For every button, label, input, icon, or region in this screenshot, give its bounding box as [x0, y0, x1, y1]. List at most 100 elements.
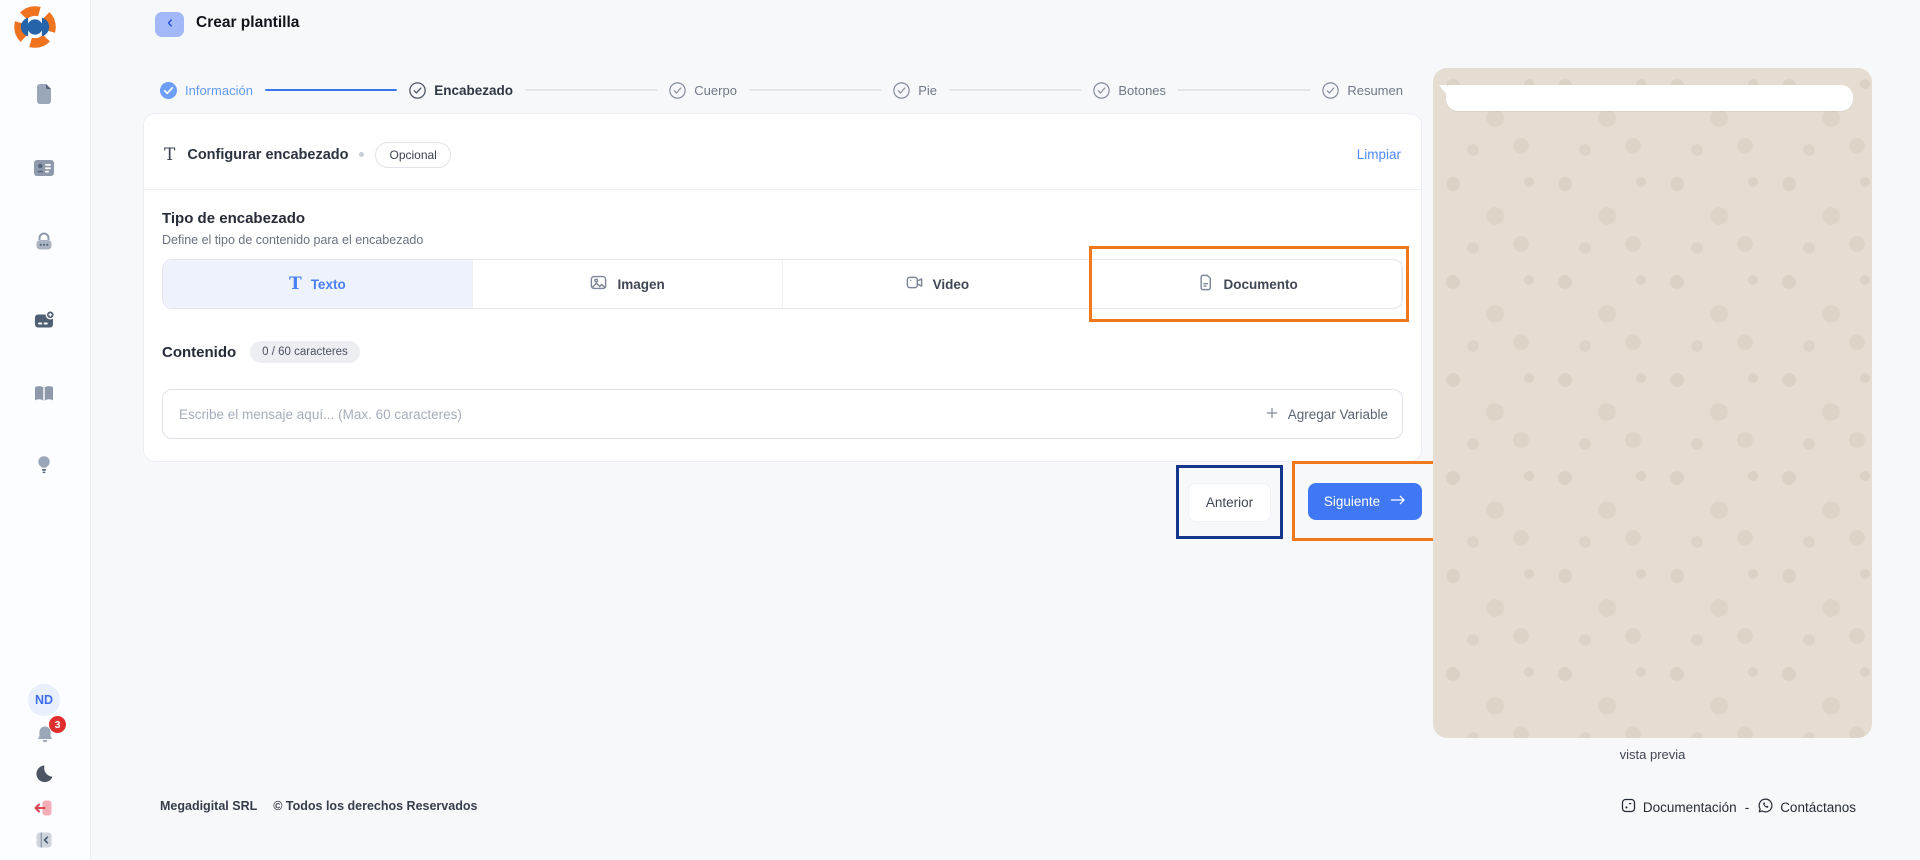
docs-icon [1620, 797, 1637, 817]
stepper: Información Encabezado Cuerpo Pie [160, 74, 1403, 106]
tab-imagen[interactable]: Imagen [473, 260, 783, 308]
sidebar-item-security[interactable] [30, 230, 58, 258]
footer-left: Megadigital SRL © Todos los derechos Res… [160, 799, 477, 813]
stepper-connector [949, 89, 1081, 91]
step-label: Pie [918, 83, 937, 98]
step-encabezado[interactable]: Encabezado [409, 82, 513, 99]
sidebar: ND 3 [0, 0, 91, 860]
logout-button[interactable] [30, 796, 58, 824]
add-variable-button[interactable]: Agregar Variable [1265, 406, 1388, 423]
check-circle-outline-icon [669, 82, 686, 99]
sidebar-item-contacts[interactable] [30, 156, 58, 184]
page-title: Crear plantilla [196, 14, 299, 32]
footer-separator: - [1745, 800, 1750, 815]
id-card-icon [32, 156, 56, 185]
bulb-icon [32, 453, 56, 482]
book-icon [32, 382, 56, 411]
file-icon [32, 82, 56, 111]
character-counter: 0 / 60 caracteres [250, 341, 360, 363]
footer-right: Documentación - Contáctanos [1620, 797, 1856, 817]
whatsapp-preview-panel [1433, 68, 1872, 738]
annotation-box-siguiente: Siguiente [1292, 461, 1438, 541]
clear-link[interactable]: Limpiar [1357, 147, 1401, 162]
tab-documento[interactable]: Documento [1092, 260, 1402, 308]
document-icon [1196, 273, 1215, 295]
whatsapp-icon [1757, 797, 1774, 817]
logout-icon [32, 796, 56, 825]
sidebar-item-library[interactable] [30, 382, 58, 410]
documentation-link[interactable]: Documentación [1620, 797, 1737, 817]
arrow-right-icon [1390, 494, 1406, 509]
notifications-button[interactable]: 3 [32, 724, 58, 750]
step-botones[interactable]: Botones [1093, 82, 1166, 99]
previous-button[interactable]: Anterior [1188, 483, 1271, 522]
collapse-icon [32, 828, 56, 857]
documentation-label: Documentación [1643, 800, 1737, 815]
stepper-connector [265, 89, 397, 92]
check-circle-outline-icon [1322, 82, 1339, 99]
text-format-icon: T [164, 145, 175, 165]
sidebar-item-templates[interactable] [30, 82, 58, 110]
user-avatar[interactable]: ND [28, 684, 60, 716]
header-config-card: T Configurar encabezado Opcional Limpiar… [143, 113, 1422, 462]
company-name: Megadigital SRL [160, 799, 257, 813]
step-label: Cuerpo [694, 83, 737, 98]
copyright-text: © Todos los derechos Reservados [273, 799, 477, 813]
optional-badge: Opcional [375, 142, 450, 168]
header-type-subtitle: Define el tipo de contenido para el enca… [162, 233, 1403, 247]
message-input-container: Agregar Variable [162, 389, 1403, 439]
text-icon: T [289, 274, 302, 294]
tab-label: Video [933, 277, 970, 292]
message-input[interactable] [177, 406, 1255, 423]
card-header: T Configurar encabezado Opcional Limpiar [144, 114, 1421, 190]
annotation-box-anterior: Anterior [1176, 465, 1283, 539]
content-title: Contenido [162, 344, 236, 361]
contact-label: Contáctanos [1780, 800, 1856, 815]
plus-icon [1265, 406, 1279, 423]
card-chat-icon [32, 308, 56, 337]
step-pie[interactable]: Pie [893, 82, 937, 99]
next-button-label: Siguiente [1324, 494, 1380, 509]
header-type-tabs: T Texto Imagen Video [162, 259, 1403, 309]
tab-label: Documento [1224, 277, 1298, 292]
contact-link[interactable]: Contáctanos [1757, 797, 1856, 817]
sidebar-item-billing[interactable] [30, 308, 58, 336]
stepper-connector [749, 89, 881, 91]
image-icon [589, 273, 608, 295]
step-label: Encabezado [434, 83, 513, 98]
stepper-connector [525, 89, 657, 91]
check-circle-outline-icon [1093, 82, 1110, 99]
tab-texto[interactable]: T Texto [163, 260, 473, 308]
tab-video[interactable]: Video [783, 260, 1093, 308]
preview-caption: vista previa [1433, 747, 1872, 762]
step-label: Información [185, 83, 253, 98]
back-button[interactable] [155, 12, 184, 37]
card-title: Configurar encabezado [187, 147, 348, 163]
collapse-sidebar-button[interactable] [30, 828, 58, 856]
step-informacion[interactable]: Información [160, 82, 253, 99]
moon-icon [32, 762, 56, 791]
chevron-left-icon [164, 17, 176, 32]
step-cuerpo[interactable]: Cuerpo [669, 82, 737, 99]
dot-separator [359, 152, 364, 157]
app: ND 3 Crear plantilla [0, 0, 1920, 860]
check-circle-outline-icon [409, 82, 426, 99]
dark-mode-toggle[interactable] [30, 762, 58, 790]
check-circle-filled-icon [160, 82, 177, 99]
app-logo-icon [12, 4, 58, 50]
video-icon [905, 273, 924, 295]
step-label: Resumen [1347, 83, 1403, 98]
sidebar-item-ideas[interactable] [30, 453, 58, 481]
tab-label: Texto [311, 277, 346, 292]
next-button[interactable]: Siguiente [1308, 483, 1422, 520]
add-variable-label: Agregar Variable [1288, 407, 1388, 422]
header-type-title: Tipo de encabezado [162, 210, 1403, 227]
notification-badge: 3 [49, 716, 66, 733]
message-bubble [1446, 85, 1853, 111]
stepper-connector [1178, 89, 1310, 91]
step-label: Botones [1118, 83, 1166, 98]
check-circle-outline-icon [893, 82, 910, 99]
step-resumen[interactable]: Resumen [1322, 82, 1403, 99]
tab-label: Imagen [617, 277, 664, 292]
lock-icon [32, 230, 56, 259]
